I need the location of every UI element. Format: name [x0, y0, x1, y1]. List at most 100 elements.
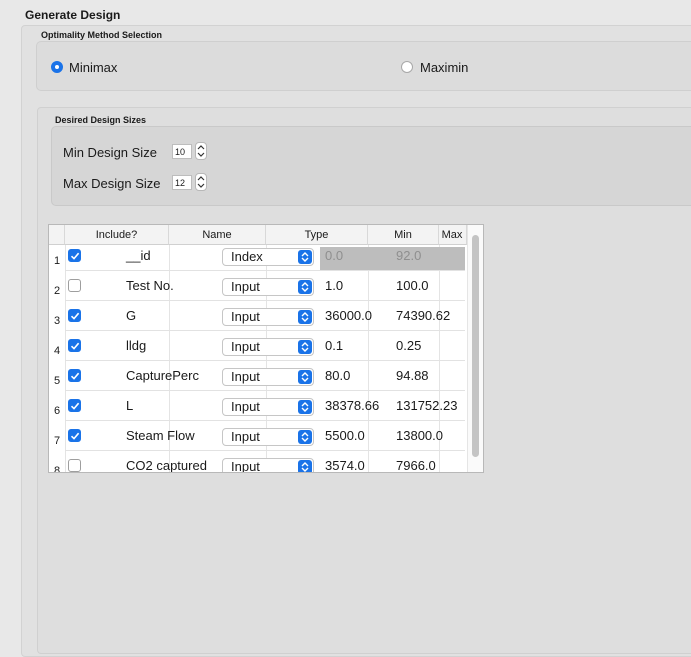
variable-name[interactable]: L [126, 398, 133, 413]
row-divider [65, 330, 465, 331]
design-sizes-title: Desired Design Sizes [55, 115, 147, 125]
select-chevron-icon [298, 400, 312, 414]
variable-name[interactable]: CapturePerc [126, 368, 199, 383]
max-value[interactable]: 100.0 [396, 278, 429, 293]
include-checkbox[interactable] [68, 309, 81, 322]
min-value[interactable]: 36000.0 [325, 308, 372, 323]
include-checkbox[interactable] [68, 429, 81, 442]
table-row[interactable]: 1 __id Index 0.0 92.0 [49, 247, 467, 277]
variables-table: Include? Name Type Min 1 __id Index 0.0 92.0… [48, 224, 484, 473]
max-value[interactable]: 92.0 [396, 248, 421, 263]
select-chevron-icon [298, 460, 312, 472]
panel-title: Generate Design [25, 8, 121, 22]
max-value[interactable]: 74390.62 [396, 308, 450, 323]
table-row[interactable]: 5 CapturePerc Input 80.0 94.88 [49, 360, 467, 397]
type-select-value: Input [231, 399, 260, 414]
stepper-arrows-icon [197, 176, 205, 188]
radio-maximin-indicator[interactable] [401, 61, 413, 73]
min-value[interactable]: 5500.0 [325, 428, 365, 443]
type-select[interactable]: Input [222, 458, 314, 473]
variable-name[interactable]: Test No. [126, 278, 174, 293]
type-select[interactable]: Input [222, 398, 314, 416]
select-chevron-icon [298, 250, 312, 264]
include-checkbox[interactable] [68, 459, 81, 472]
header-type[interactable]: Type [266, 225, 368, 245]
radio-minimax[interactable]: Minimax [51, 60, 151, 76]
radio-minimax-label[interactable]: Minimax [69, 60, 117, 75]
type-select[interactable]: Input [222, 338, 314, 356]
table-row[interactable]: 8 CO2 captured Input 3574.0 7966.0 [49, 450, 467, 473]
table-scrollbar-thumb[interactable] [472, 235, 479, 457]
row-divider [65, 360, 465, 361]
max-value[interactable]: 94.88 [396, 368, 429, 383]
header-include[interactable]: Include? [65, 225, 169, 245]
select-chevron-icon [298, 370, 312, 384]
min-value[interactable]: 1.0 [325, 278, 343, 293]
include-checkbox[interactable] [68, 249, 81, 262]
checkmark-icon [70, 372, 80, 380]
include-checkbox[interactable] [68, 399, 81, 412]
stepper-arrows-icon [197, 145, 205, 157]
table-row[interactable]: 6 L Input 38378.66 131752.23 [49, 390, 467, 427]
variable-name[interactable]: Steam Flow [126, 428, 195, 443]
min-design-size-input[interactable]: 10 [172, 144, 192, 159]
row-divider [65, 300, 465, 301]
table-corner-header [49, 225, 65, 245]
type-select[interactable]: Input [222, 368, 314, 386]
min-value[interactable]: 0.0 [325, 248, 343, 263]
row-number: 2 [53, 285, 61, 297]
type-select[interactable]: Index [222, 248, 314, 266]
min-value[interactable]: 80.0 [325, 368, 350, 383]
row-divider [65, 420, 465, 421]
row-number: 3 [53, 315, 61, 327]
type-select-value: Input [231, 369, 260, 384]
optimality-group-title: Optimality Method Selection [41, 30, 163, 40]
radio-maximin[interactable]: Maximin [401, 60, 501, 76]
type-select[interactable]: Input [222, 278, 314, 296]
row-number: 8 [53, 465, 61, 473]
row-number: 6 [53, 405, 61, 417]
type-select-value: Input [231, 429, 260, 444]
design-sizes-group [51, 126, 691, 206]
max-design-size-label: Max Design Size [63, 176, 161, 191]
type-select-value: Input [231, 339, 260, 354]
table-scrollbar[interactable] [467, 225, 483, 472]
variable-name[interactable]: CO2 captured [126, 458, 207, 472]
min-design-size-stepper[interactable] [195, 142, 207, 160]
radio-minimax-indicator[interactable] [51, 61, 63, 73]
max-value[interactable]: 131752.23 [396, 398, 457, 413]
min-value[interactable]: 0.1 [325, 338, 343, 353]
max-design-size-stepper[interactable] [195, 173, 207, 191]
type-select-value: Input [231, 459, 260, 473]
checkmark-icon [70, 432, 80, 440]
checkmark-icon [70, 402, 80, 410]
type-select[interactable]: Input [222, 428, 314, 446]
max-design-size-input[interactable]: 12 [172, 175, 192, 190]
radio-maximin-label[interactable]: Maximin [420, 60, 468, 75]
row-number: 4 [53, 345, 61, 357]
select-chevron-icon [298, 430, 312, 444]
max-value[interactable]: 13800.0 [396, 428, 443, 443]
max-value[interactable]: 7966.0 [396, 458, 436, 472]
include-checkbox[interactable] [68, 339, 81, 352]
select-chevron-icon [298, 340, 312, 354]
table-row[interactable]: 3 G Input 36000.0 74390.62 [49, 300, 467, 337]
variable-name[interactable]: G [126, 308, 136, 323]
include-checkbox[interactable] [68, 279, 81, 292]
checkmark-icon [70, 342, 80, 350]
header-name[interactable]: Name [169, 225, 266, 245]
row-number: 1 [53, 255, 61, 267]
include-checkbox[interactable] [68, 369, 81, 382]
max-value[interactable]: 0.25 [396, 338, 421, 353]
row-number: 7 [53, 435, 61, 447]
min-value[interactable]: 38378.66 [325, 398, 379, 413]
type-select-value: Index [231, 249, 263, 264]
variable-name[interactable]: __id [126, 248, 151, 263]
table-row[interactable]: 2 Test No. Input 1.0 100.0 [49, 270, 467, 307]
variable-name[interactable]: lldg [126, 338, 146, 353]
min-value[interactable]: 3574.0 [325, 458, 365, 472]
row-divider [65, 270, 465, 271]
table-row[interactable]: 4 lldg Input 0.1 0.25 [49, 330, 467, 367]
type-select[interactable]: Input [222, 308, 314, 326]
table-row[interactable]: 7 Steam Flow Input 5500.0 13800.0 [49, 420, 467, 457]
